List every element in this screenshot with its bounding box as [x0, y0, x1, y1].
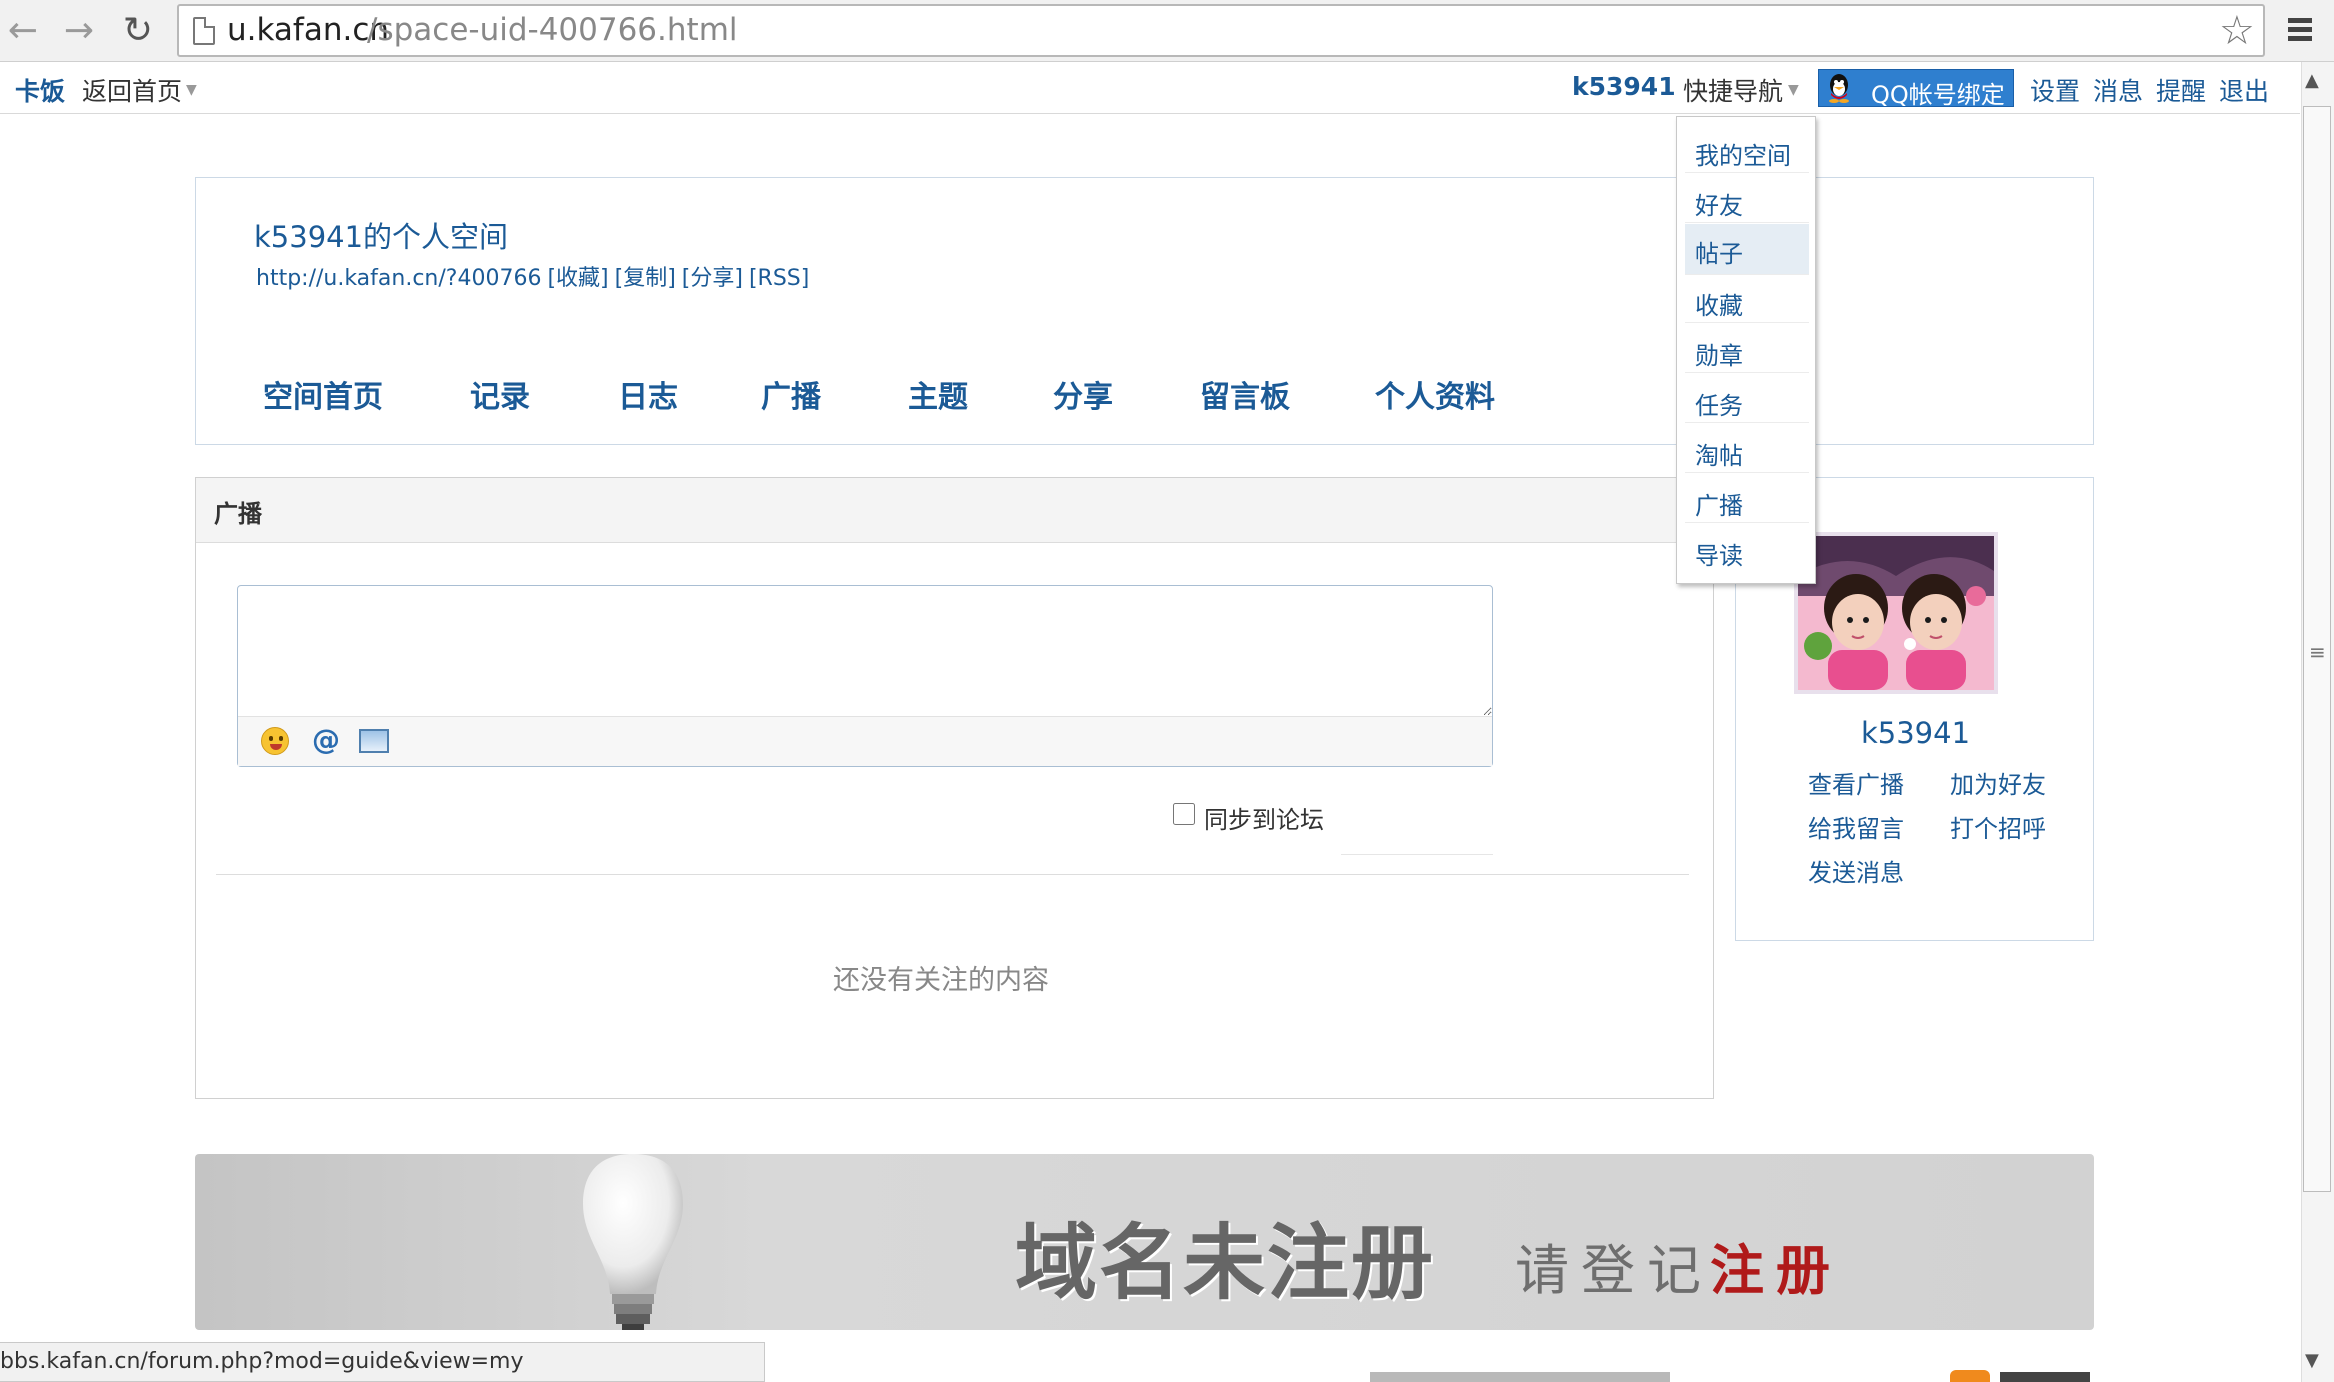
dropdown-item-my-space[interactable]: 我的空间: [1685, 126, 1809, 173]
space-title[interactable]: k53941的个人空间: [254, 214, 508, 256]
nav-space-home[interactable]: 空间首页: [263, 372, 383, 416]
scroll-grip-icon: ≡: [2309, 640, 2326, 664]
dropdown-item-broadcast[interactable]: 广播: [1685, 476, 1809, 523]
avatar[interactable]: [1794, 532, 1998, 694]
divider: [216, 874, 1689, 875]
star-icon[interactable]: ☆: [2219, 8, 2255, 54]
space-url-link[interactable]: http://u.kafan.cn/?400766: [256, 266, 541, 291]
sync-forum-label[interactable]: 同步到论坛: [1204, 800, 1324, 835]
chevron-down-icon[interactable]: ▼: [1788, 82, 1799, 98]
dropdown-item-posts[interactable]: 帖子: [1685, 224, 1809, 275]
qq-bind-button[interactable]: QQ帐号绑定: [1818, 69, 2014, 109]
send-message-link[interactable]: 发送消息: [1808, 853, 1904, 888]
leave-message-link[interactable]: 给我留言: [1808, 809, 1904, 844]
say-hello-link[interactable]: 打个招呼: [1950, 809, 2046, 844]
chevron-down-icon[interactable]: ▼: [186, 82, 197, 98]
qq-bind-label: QQ帐号绑定: [1871, 81, 2005, 109]
broadcast-title: 广播: [214, 500, 262, 528]
dropdown-item-medals[interactable]: 勋章: [1685, 326, 1809, 373]
reload-icon[interactable]: ↻: [117, 10, 159, 52]
status-url: bbs.kafan.cn/forum.php?mod=guide&view=my: [0, 1349, 524, 1374]
add-friend-link[interactable]: 加为好友: [1950, 765, 2046, 800]
nav-broadcast[interactable]: 广播: [761, 372, 821, 416]
username-link[interactable]: k53941: [1572, 72, 1676, 101]
broadcast-header: 广播: [196, 478, 1713, 543]
space-url-line: http://u.kafan.cn/?400766 [收藏] [复制] [分享] [RS…: [256, 260, 815, 292]
site-toolbar: 卡饭 返回首页 ▼ k53941 快捷导航 ▼ QQ帐号绑定 设置 消息 提醒 …: [0, 62, 2300, 114]
view-broadcast-link[interactable]: 查看广播: [1808, 765, 1904, 800]
address-bar[interactable]: u.kafan.cn /space-uid-400766.html ☆: [177, 4, 2265, 57]
quick-nav-link[interactable]: 快捷导航: [1683, 72, 1783, 108]
emoji-icon[interactable]: [261, 727, 289, 755]
copy-action[interactable]: [复制]: [615, 266, 676, 291]
profile-username[interactable]: k53941: [1736, 716, 2095, 750]
nav-profile[interactable]: 个人资料: [1375, 372, 1495, 416]
banner-register-text: 注册: [1710, 1239, 1842, 1302]
scroll-down-icon[interactable]: ▼: [2305, 1350, 2319, 1371]
dropdown-item-guide[interactable]: 导读: [1685, 526, 1809, 573]
nav-threads[interactable]: 主题: [908, 372, 968, 416]
domain-banner[interactable]: 域名未注册 请登记 注册: [195, 1154, 2094, 1330]
favorite-action[interactable]: [收藏]: [547, 266, 608, 291]
image-icon[interactable]: [359, 729, 389, 753]
scroll-up-icon[interactable]: ▲: [2305, 70, 2319, 91]
page-icon: [193, 17, 215, 45]
compose-toolbar: @: [238, 716, 1492, 766]
site-name-link[interactable]: 卡饭: [15, 72, 65, 108]
broadcast-input[interactable]: [238, 586, 1492, 716]
compose-box: @: [237, 585, 1493, 767]
browser-toolbar: ← → ↻ u.kafan.cn /space-uid-400766.html …: [0, 0, 2334, 62]
divider: [1341, 854, 1493, 855]
messages-link[interactable]: 消息: [2093, 72, 2143, 108]
back-home-link[interactable]: 返回首页: [82, 72, 182, 108]
back-arrow-icon[interactable]: ←: [2, 10, 44, 52]
nav-share[interactable]: 分享: [1053, 372, 1113, 416]
status-bar: bbs.kafan.cn/forum.php?mod=guide&view=my: [0, 1342, 765, 1382]
url-host: u.kafan.cn: [227, 12, 390, 48]
banner-headline: 域名未注册: [1015, 1216, 1436, 1311]
menu-icon[interactable]: [2280, 12, 2320, 48]
dropdown-item-tao-posts[interactable]: 淘帖: [1685, 426, 1809, 473]
qq-penguin-icon: [1829, 74, 1849, 103]
logout-link[interactable]: 退出: [2219, 72, 2269, 108]
url-path: /space-uid-400766.html: [367, 12, 738, 48]
empty-state-text: 还没有关注的内容: [833, 965, 1049, 996]
lightbulb-icon: [583, 1154, 683, 1330]
dropdown-item-tasks[interactable]: 任务: [1685, 376, 1809, 423]
reminders-link[interactable]: 提醒: [2156, 72, 2206, 108]
nav-records[interactable]: 记录: [470, 372, 530, 416]
at-icon[interactable]: @: [312, 723, 340, 756]
dropdown-item-friends[interactable]: 好友: [1685, 176, 1809, 223]
banner-subtext: 请登记: [1515, 1239, 1713, 1302]
quick-nav-dropdown: 我的空间 好友 帖子 收藏 勋章 任务 淘帖 广播 导读: [1676, 116, 1816, 584]
nav-guestbook[interactable]: 留言板: [1200, 372, 1290, 416]
footer-strip: [1330, 1368, 2130, 1382]
share-action[interactable]: [分享]: [682, 266, 743, 291]
nav-blog[interactable]: 日志: [618, 372, 678, 416]
rss-action[interactable]: [RSS]: [749, 266, 809, 291]
dropdown-item-favorites[interactable]: 收藏: [1685, 276, 1809, 323]
settings-link[interactable]: 设置: [2030, 72, 2080, 108]
sync-forum-checkbox[interactable]: [1173, 803, 1195, 825]
forward-arrow-icon[interactable]: →: [58, 10, 100, 52]
broadcast-panel: 广播 @ 同步到论坛 还没有关注的内容: [195, 477, 1714, 1099]
